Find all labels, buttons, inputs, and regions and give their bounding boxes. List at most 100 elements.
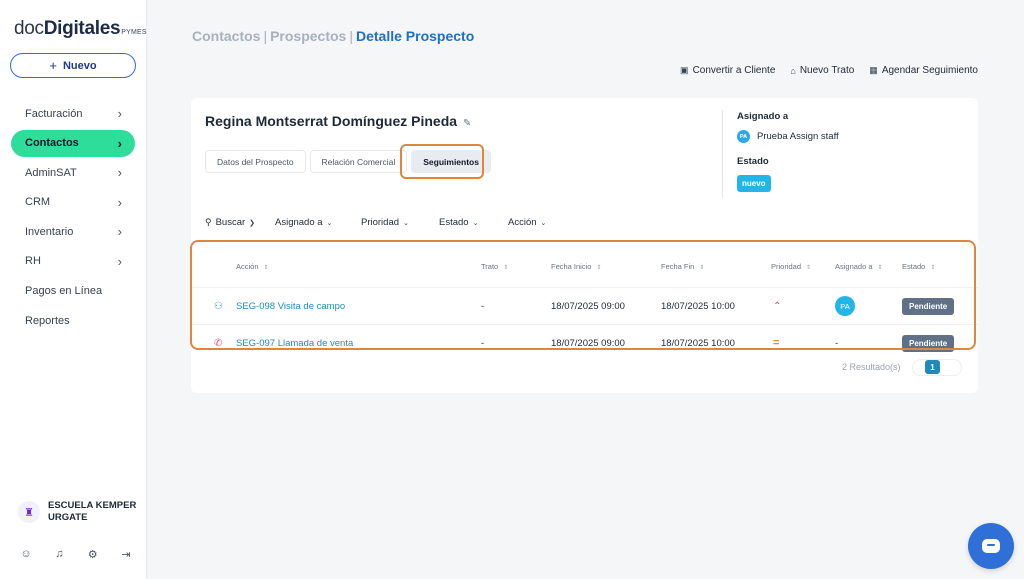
breadcrumb-separator: | [263, 28, 268, 44]
status-badge: nuevo [737, 175, 771, 192]
prospect-card: Regina Montserrat Domínguez Pineda ✎ Dato… [191, 98, 978, 393]
tab-datos-prospecto[interactable]: Datos del Prospecto [205, 150, 306, 173]
chevron-right-icon: › [117, 165, 122, 181]
tab-seguimientos[interactable]: Seguimientos [411, 150, 491, 173]
plus-icon: + [49, 58, 57, 73]
tab-relacion-comercial[interactable]: Relación Comercial [309, 150, 408, 173]
sidebar-item-rh[interactable]: RH › [11, 248, 135, 275]
column-header-prioridad[interactable]: Prioridad ⇕ [771, 262, 835, 271]
group-icon: ⚇ [214, 300, 223, 312]
avatar: PA [737, 130, 750, 143]
chat-icon [982, 539, 1000, 553]
results-count: 2 Resultado(s) [842, 362, 901, 372]
status-label: Estado [737, 156, 769, 167]
action-label: Agendar Seguimiento [881, 65, 978, 76]
sidebar-item-reportes[interactable]: Reportes [11, 307, 135, 334]
sidebar-item-label: Inventario [25, 225, 74, 238]
breadcrumb-current: Detalle Prospecto [355, 28, 475, 44]
sidebar-item-label: CRM [25, 196, 51, 209]
start-date-cell: 18/07/2025 09:00 [551, 337, 625, 349]
followups-table: Acción ⇕ Trato ⇕ Fecha Inicio ⇕ Fecha Fin ⇕ … [191, 245, 978, 361]
priority-medium-icon: = [773, 337, 780, 349]
sidebar-item-label: RH [25, 255, 41, 268]
end-date-cell: 18/07/2025 10:00 [661, 300, 735, 312]
search-filter[interactable]: ⚲ Buscar ❯ [205, 217, 275, 228]
chat-button[interactable] [968, 523, 1014, 569]
status-filter[interactable]: Estado ⌄ [439, 217, 508, 228]
filter-label: Estado [439, 217, 469, 228]
action-label: Nuevo Trato [799, 65, 855, 76]
search-icon: ⚲ [205, 217, 212, 227]
filter-label: Asignado a [275, 217, 323, 228]
column-header-estado[interactable]: Estado ⇕ [902, 262, 978, 271]
sidebar-item-adminsat[interactable]: AdminSAT › [11, 159, 135, 186]
assigned-filter[interactable]: Asignado a ⌄ [275, 217, 361, 228]
phone-icon: ✆ [214, 337, 223, 349]
status-badge: Pendiente [902, 334, 955, 352]
action-label: Convertir a Cliente [692, 65, 776, 76]
assigned-label: Asignado a [737, 111, 789, 122]
logo-text-digitales: Digitales [43, 18, 121, 39]
sort-icon: ⇕ [503, 264, 509, 271]
deal-cell: - [481, 300, 485, 312]
followup-link[interactable]: SEG-098 Visita de campo [236, 301, 345, 312]
calendar-icon: ▦ [869, 65, 878, 75]
deal-cell: - [481, 337, 485, 349]
main-nav: Facturación › Contactos › AdminSAT › CRM › I… [11, 100, 135, 337]
breadcrumb-contactos[interactable]: Contactos [192, 28, 260, 44]
chevron-right-icon: › [117, 224, 122, 240]
sidebar-item-inventario[interactable]: Inventario › [11, 218, 135, 245]
organization-switcher[interactable]: ♜ ESCUELA KEMPER URGATE [18, 500, 138, 524]
chevron-down-icon: ⌄ [403, 219, 409, 227]
sort-icon: ⇕ [699, 264, 705, 271]
sort-icon: ⇕ [596, 264, 602, 271]
table-header: Acción ⇕ Trato ⇕ Fecha Inicio ⇕ Fecha Fin ⇕ … [191, 245, 978, 287]
sidebar-item-crm[interactable]: CRM › [11, 189, 135, 216]
sidebar-item-contactos[interactable]: Contactos › [11, 129, 135, 157]
sidebar-item-label: Contactos [25, 137, 79, 150]
chevron-down-icon: ⌄ [540, 219, 547, 227]
sidebar-item-pagos[interactable]: Pagos en Línea [11, 278, 135, 305]
column-header-accion[interactable]: Acción ⇕ [236, 262, 481, 271]
sidebar-item-facturacion[interactable]: Facturación › [11, 100, 135, 127]
convert-to-client-button[interactable]: ▣ Convertir a Cliente [680, 65, 775, 76]
filter-label: Prioridad [361, 217, 400, 228]
sidebar-bottom-icons: ☺ ♫ ⚙ ⇥ [20, 548, 132, 561]
new-button[interactable]: + Nuevo [10, 53, 136, 78]
assignee-name: Prueba Assign staff [757, 131, 839, 142]
breadcrumb-separator: | [349, 28, 353, 44]
logo-text-doc: doc [14, 18, 44, 39]
breadcrumb-prospectos[interactable]: Prospectos [270, 28, 346, 44]
schedule-followup-button[interactable]: ▦ Agendar Seguimiento [869, 65, 978, 76]
app-logo[interactable]: docDigitalesPYMES [14, 18, 147, 40]
followup-link[interactable]: SEG-097 Llamada de venta [236, 338, 353, 349]
table-row[interactable]: ✆ SEG-097 Llamada de venta - 18/07/2025 … [191, 324, 978, 361]
sidebar: docDigitalesPYMES + Nuevo Facturación › C… [0, 0, 147, 579]
new-button-label: Nuevo [62, 59, 97, 72]
organization-logo-icon: ♜ [18, 501, 40, 523]
filter-label: Buscar [215, 217, 246, 228]
status-badge: Pendiente [902, 297, 955, 315]
bell-icon[interactable]: ♫ [53, 548, 65, 561]
action-filter[interactable]: Acción ⌄ [508, 217, 546, 228]
sidebar-item-label: Facturación [25, 107, 83, 120]
chevron-down-icon: ⌄ [326, 219, 333, 227]
chevron-right-icon: › [117, 106, 122, 121]
edit-pencil-icon[interactable]: ✎ [463, 118, 471, 129]
column-header-fecha-fin[interactable]: Fecha Fin ⇕ [661, 262, 771, 271]
logout-icon[interactable]: ⇥ [120, 548, 132, 561]
column-header-fecha-inicio[interactable]: Fecha Inicio ⇕ [551, 262, 661, 271]
avatar: PA [835, 296, 855, 316]
page-button-current[interactable]: 1 [925, 360, 940, 374]
user-icon[interactable]: ☺ [20, 548, 32, 561]
start-date-cell: 18/07/2025 09:00 [551, 300, 625, 312]
gear-icon[interactable]: ⚙ [87, 548, 99, 561]
column-header-trato[interactable]: Trato ⇕ [481, 262, 551, 271]
organization-name: ESCUELA KEMPER URGATE [48, 500, 137, 523]
table-row[interactable]: ⚇ SEG-098 Visita de campo - 18/07/2025 0… [191, 287, 978, 324]
priority-filter[interactable]: Prioridad ⌄ [361, 217, 439, 228]
prospect-name-text: Regina Montserrat Domínguez Pineda [205, 113, 458, 129]
column-header-asignado[interactable]: Asignado a ⇕ [835, 262, 902, 271]
chevron-right-icon: ❯ [249, 219, 256, 227]
new-deal-button[interactable]: ⌂ Nuevo Trato [790, 65, 854, 76]
